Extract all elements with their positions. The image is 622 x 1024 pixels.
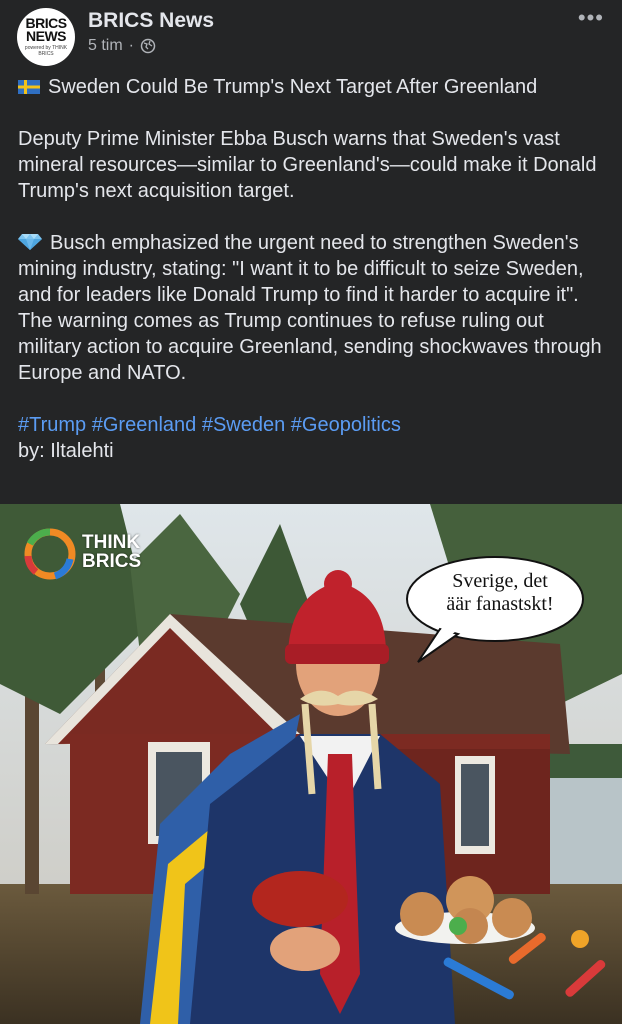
page-avatar[interactable]: BRICS NEWS powered by THINK BRICS <box>17 8 75 66</box>
post-byline: by: Iltalehti <box>18 440 114 462</box>
hashtag-link[interactable]: #Geopolitics <box>291 414 401 436</box>
hashtag-link[interactable]: #Greenland <box>92 414 197 436</box>
globe-icon <box>140 38 156 54</box>
avatar-logo-subtext: powered by THINK BRICS <box>24 45 68 57</box>
post-paragraph-2: Busch emphasized the urgent need to stre… <box>18 232 602 384</box>
post-hashtags: #Trump #Greenland #Sweden #Geopolitics <box>18 412 608 438</box>
hashtag-link[interactable]: #Trump <box>18 414 86 436</box>
avatar-logo-text: BRICS NEWS <box>25 15 67 44</box>
post-meta: 5 tim · <box>88 37 156 55</box>
think-brics-watermark: THINK BRICS <box>82 532 142 572</box>
more-options-icon[interactable]: ••• <box>578 5 604 31</box>
sweden-flag-icon <box>18 80 40 94</box>
page-name-link[interactable]: BRICS News <box>88 9 214 33</box>
meta-separator: · <box>128 37 134 54</box>
speech-bubble-text: Sverige, det äär fanastskt! <box>446 570 554 615</box>
post-paragraph-1: Deputy Prime Minister Ebba Busch warns t… <box>18 128 597 202</box>
post-headline: Sweden Could Be Trump's Next Target Afte… <box>18 74 608 100</box>
gem-icon <box>18 234 42 250</box>
hashtag-link[interactable]: #Sweden <box>202 414 285 436</box>
post-header: BRICS NEWS powered by THINK BRICS BRICS … <box>0 0 622 70</box>
post-timestamp[interactable]: 5 tim <box>88 37 123 55</box>
post-body: Sweden Could Be Trump's Next Target Afte… <box>18 74 608 464</box>
